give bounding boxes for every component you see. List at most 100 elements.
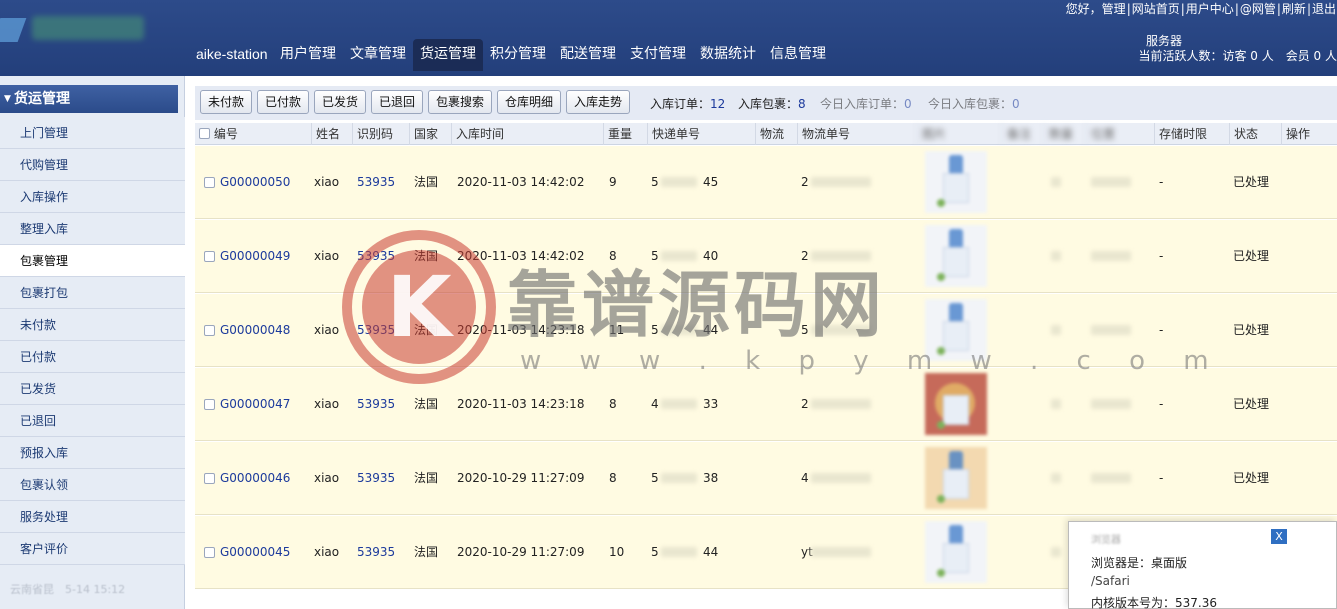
sidebar-item-sort-inbound[interactable]: 整理入库 — [0, 213, 185, 245]
package-id-link[interactable]: G00000050 — [220, 175, 290, 189]
package-thumbnail-image[interactable] — [925, 521, 987, 583]
package-thumbnail-image[interactable] — [925, 151, 987, 213]
nav-item-users[interactable]: 用户管理 — [273, 39, 343, 71]
warehouse-detail-button[interactable]: 仓库明细 — [497, 90, 561, 114]
package-thumbnail-image[interactable] — [925, 373, 987, 435]
link-webadmin[interactable]: @网管 — [1240, 2, 1276, 16]
blurred-tracking — [661, 251, 697, 261]
col-storage-limit: 存储时限 — [1154, 123, 1229, 145]
sidebar-item-package-pack[interactable]: 包裹打包 — [0, 277, 185, 309]
package-id-link[interactable]: G00000045 — [220, 545, 290, 559]
cell-tracking-start: 5 — [651, 175, 659, 189]
cell-tracking-start: 5 — [651, 249, 659, 263]
product-body-icon — [943, 395, 969, 425]
site-logo[interactable] — [0, 0, 178, 76]
package-id-link[interactable]: G00000049 — [220, 249, 290, 263]
nav-item-shipping[interactable]: 货运管理 — [413, 39, 483, 71]
table-row[interactable]: G00000046 xiao 53935 法国 2020-10-29 11:27:09 8… — [195, 442, 1337, 515]
nav-item-points[interactable]: 积分管理 — [483, 39, 553, 71]
sidebar-item-unpaid[interactable]: 未付款 — [0, 309, 185, 341]
nav-item-statistics[interactable]: 数据统计 — [693, 39, 763, 71]
sidebar-item-returned[interactable]: 已退回 — [0, 405, 185, 437]
cell-inbound-time: 2020-10-29 11:27:09 — [457, 471, 585, 485]
sidebar-item-shipped[interactable]: 已发货 — [0, 373, 185, 405]
row-checkbox[interactable] — [204, 177, 215, 188]
cell-status: 已处理 — [1233, 175, 1270, 189]
sidebar-item-package-management[interactable]: 包裹管理 — [0, 245, 185, 277]
col-id[interactable]: 编号 — [195, 123, 311, 145]
cell-status: 已处理 — [1233, 471, 1270, 485]
blurred-logistics — [811, 547, 871, 557]
link-site-home[interactable]: 网站首页 — [1132, 2, 1180, 16]
browser-info-popup: X 浏览器 浏览器是：桌面版 /Safari 内核版本号为：537.36 — [1068, 521, 1337, 609]
inbound-trend-button[interactable]: 入库走势 — [566, 90, 630, 114]
stat-today-packages: 今日入库包裹：0 — [928, 97, 1020, 111]
row-checkbox[interactable] — [204, 325, 215, 336]
product-shape-icon — [949, 451, 963, 471]
link-logout[interactable]: 退出 — [1312, 2, 1336, 16]
cell-weight: 8 — [609, 249, 617, 263]
sidebar-item-service[interactable]: 服务处理 — [0, 501, 185, 533]
package-id-link[interactable]: G00000046 — [220, 471, 290, 485]
stat-today-orders: 今日入库订单：0 — [820, 97, 912, 111]
cell-storage-limit: - — [1159, 323, 1164, 337]
table-row[interactable]: G00000049 xiao 53935 法国 2020-11-03 14:42:02 8… — [195, 220, 1337, 293]
blurred-tracking — [661, 399, 697, 409]
link-user-center[interactable]: 用户中心 — [1186, 2, 1234, 16]
package-thumbnail-image[interactable] — [925, 299, 987, 361]
link-refresh[interactable]: 刷新 — [1282, 2, 1306, 16]
cell-tracking-end: 44 — [703, 545, 719, 559]
package-id-link[interactable]: G00000048 — [220, 323, 290, 337]
nav-item-messages[interactable]: 信息管理 — [763, 39, 833, 71]
returned-button[interactable]: 已退回 — [371, 90, 423, 114]
product-dot-icon — [937, 569, 945, 577]
row-checkbox[interactable] — [204, 473, 215, 484]
main-nav: 用户管理 文章管理 货运管理 积分管理 配送管理 支付管理 数据统计 信息管理 — [273, 39, 833, 71]
cell-code[interactable]: 53935 — [357, 294, 395, 367]
blurred-logistics — [811, 325, 871, 335]
sidebar-item-purchasing[interactable]: 代购管理 — [0, 149, 185, 181]
package-thumbnail-image[interactable] — [925, 447, 987, 509]
blurred-logistics — [811, 473, 871, 483]
nav-item-articles[interactable]: 文章管理 — [343, 39, 413, 71]
cell-inbound-time: 2020-10-29 11:27:09 — [457, 545, 585, 559]
paid-button[interactable]: 已付款 — [257, 90, 309, 114]
cell-status: 已处理 — [1233, 397, 1270, 411]
cell-country: 法国 — [414, 175, 439, 189]
table-row[interactable]: G00000050 xiao 53935 法国 2020-11-03 14:42:02 9… — [195, 146, 1337, 219]
row-checkbox[interactable] — [204, 399, 215, 410]
online-count: 当前活跃人数：访客 0 人 会员 0 人 — [1138, 49, 1337, 63]
table-row[interactable]: G00000048 xiao 53935 法国 2020-11-03 14:23:18 1… — [195, 294, 1337, 367]
cell-code[interactable]: 53935 — [357, 368, 395, 441]
sidebar-item-reviews[interactable]: 客户评价 — [0, 533, 185, 565]
cell-storage-limit: - — [1159, 249, 1164, 263]
sidebar-item-package-claim[interactable]: 包裹认领 — [0, 469, 185, 501]
shipped-button[interactable]: 已发货 — [314, 90, 366, 114]
cell-name: xiao — [314, 471, 340, 485]
nav-item-delivery[interactable]: 配送管理 — [553, 39, 623, 71]
sidebar-item-pre-report[interactable]: 预报入库 — [0, 437, 185, 469]
table-row[interactable]: G00000047 xiao 53935 法国 2020-11-03 14:23:18 8… — [195, 368, 1337, 441]
cell-code[interactable]: 53935 — [357, 516, 395, 589]
sidebar-section-title: 货运管理 — [14, 91, 70, 107]
unpaid-button[interactable]: 未付款 — [200, 90, 252, 114]
cell-code[interactable]: 53935 — [357, 442, 395, 515]
cell-code[interactable]: 53935 — [357, 220, 395, 293]
nav-item-payment[interactable]: 支付管理 — [623, 39, 693, 71]
row-checkbox[interactable] — [204, 251, 215, 262]
package-thumbnail-image[interactable] — [925, 225, 987, 287]
close-icon[interactable]: X — [1271, 529, 1287, 544]
sidebar-item-door-pickup[interactable]: 上门管理 — [0, 117, 185, 149]
package-id-link[interactable]: G00000047 — [220, 397, 290, 411]
blurred-tracking — [661, 473, 697, 483]
col-tracking-no: 快递单号 — [647, 123, 755, 145]
package-search-button[interactable]: 包裹搜索 — [428, 90, 492, 114]
sidebar-item-paid[interactable]: 已付款 — [0, 341, 185, 373]
cell-code[interactable]: 53935 — [357, 146, 395, 219]
sidebar-item-inbound[interactable]: 入库操作 — [0, 181, 185, 213]
select-all-checkbox[interactable] — [199, 128, 210, 139]
cell-weight: 10 — [609, 545, 625, 559]
row-checkbox[interactable] — [204, 547, 215, 558]
product-body-icon — [943, 247, 969, 277]
sidebar-section-header[interactable]: ▼ 货运管理 — [0, 85, 178, 113]
